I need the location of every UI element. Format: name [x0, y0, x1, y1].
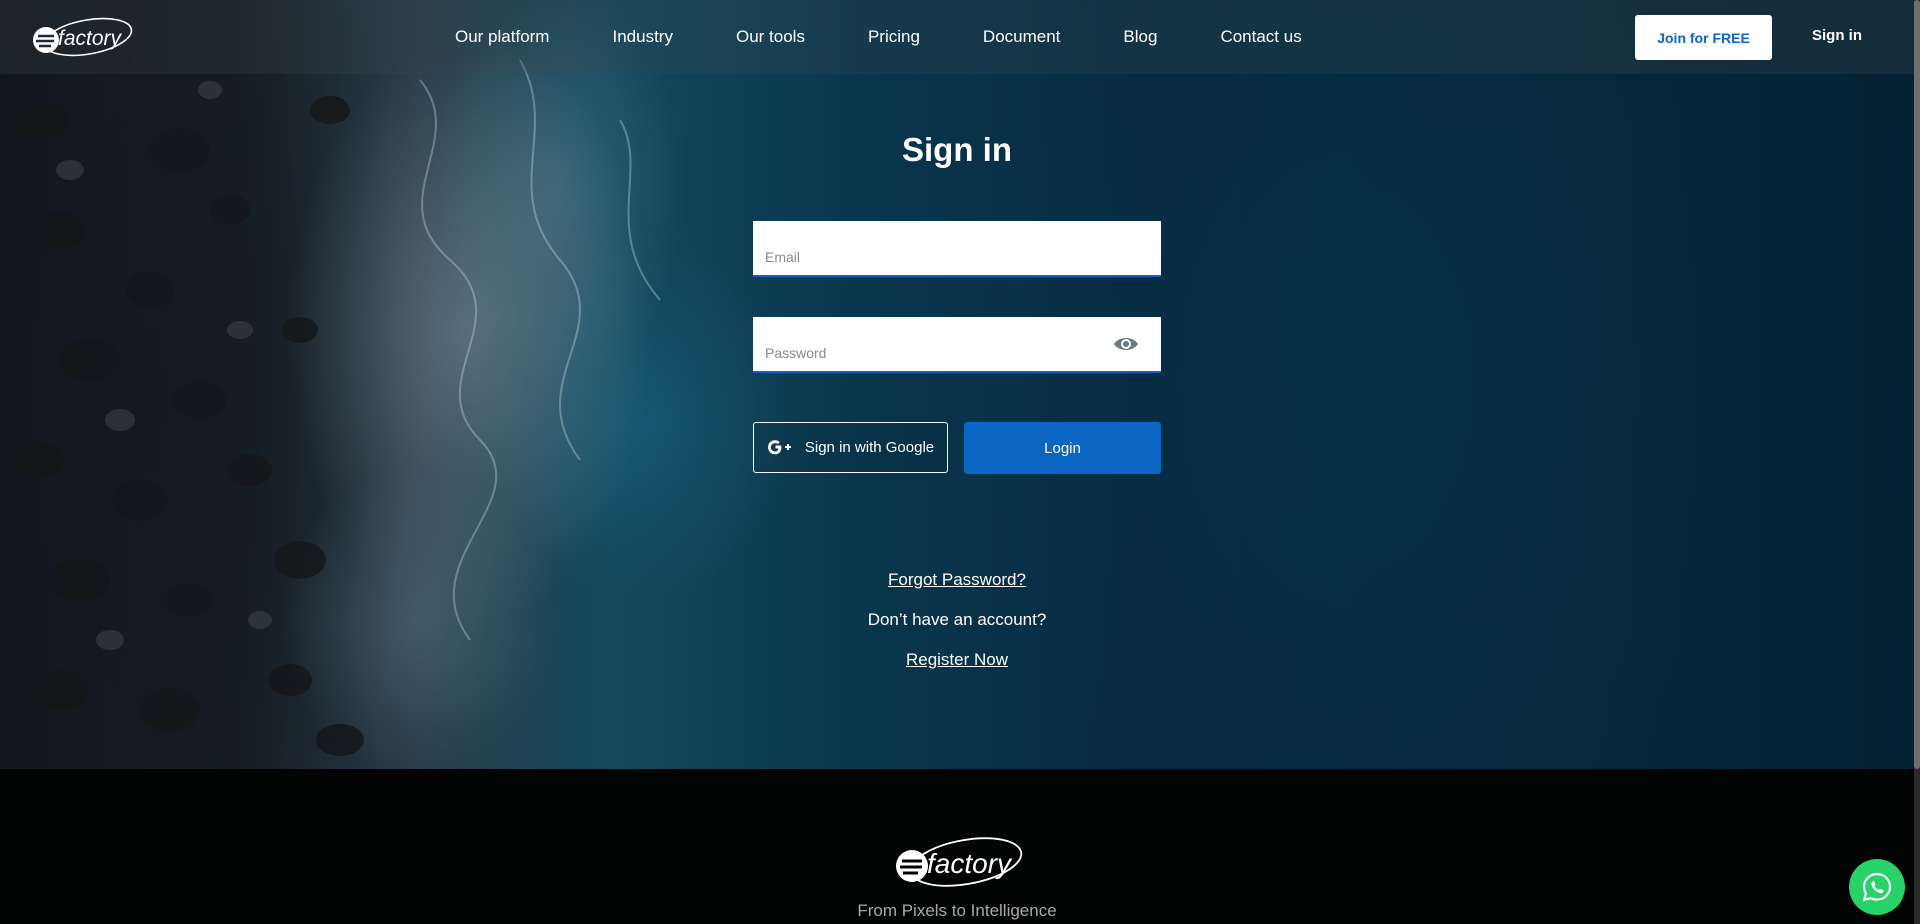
sign-in-form: Sign in Sign in with Google Login Forgot…	[753, 120, 1161, 669]
nav-link-document[interactable]: Document	[983, 27, 1060, 47]
footer: factory From Pixels to Intelligence	[0, 769, 1914, 924]
eye-icon[interactable]	[1113, 335, 1139, 353]
svg-text:factory: factory	[58, 27, 123, 50]
email-input[interactable]	[753, 221, 1161, 275]
nav-link-blog[interactable]: Blog	[1123, 27, 1157, 47]
register-now-link[interactable]: Register Now	[906, 650, 1008, 669]
nav-link-contact-us[interactable]: Contact us	[1220, 27, 1301, 47]
join-for-free-button[interactable]: Join for FREE	[1635, 15, 1772, 60]
nav-link-our-tools[interactable]: Our tools	[736, 27, 805, 47]
register-row: Register Now	[753, 650, 1161, 670]
forgot-password-link[interactable]: Forgot Password?	[888, 570, 1026, 589]
nav-link-pricing[interactable]: Pricing	[868, 27, 920, 47]
page: factory Our platform Industry Our tools …	[0, 0, 1920, 924]
footer-tagline: From Pixels to Intelligence	[857, 901, 1057, 920]
password-input[interactable]	[753, 317, 1161, 371]
nav-links: Our platform Industry Our tools Pricing …	[455, 0, 1365, 74]
nav-link-our-platform[interactable]: Our platform	[455, 27, 549, 47]
svg-text:factory: factory	[927, 848, 1013, 879]
page-scrollbar[interactable]	[1914, 0, 1920, 924]
whatsapp-icon	[1862, 872, 1892, 902]
login-button[interactable]: Login	[964, 422, 1161, 474]
google-sign-in-button[interactable]: Sign in with Google	[753, 422, 948, 473]
efactory-logo[interactable]: factory	[30, 14, 134, 60]
whatsapp-chat-button[interactable]	[1849, 859, 1905, 915]
scrollbar-thumb[interactable]	[1914, 0, 1920, 769]
google-plus-icon	[767, 439, 791, 454]
efactory-footer-logo: factory	[896, 837, 1023, 887]
email-field-container	[753, 221, 1161, 277]
nav-sign-in-link[interactable]: Sign in	[1812, 27, 1862, 44]
no-account-text: Don’t have an account?	[867, 610, 1047, 629]
top-navigation: factory Our platform Industry Our tools …	[0, 0, 1914, 74]
nav-link-industry[interactable]: Industry	[612, 27, 672, 47]
page-title: Sign in	[902, 131, 1012, 168]
forgot-password-row: Forgot Password?	[753, 570, 1161, 590]
password-field-container	[753, 317, 1161, 373]
google-button-label: Sign in with Google	[804, 439, 935, 456]
